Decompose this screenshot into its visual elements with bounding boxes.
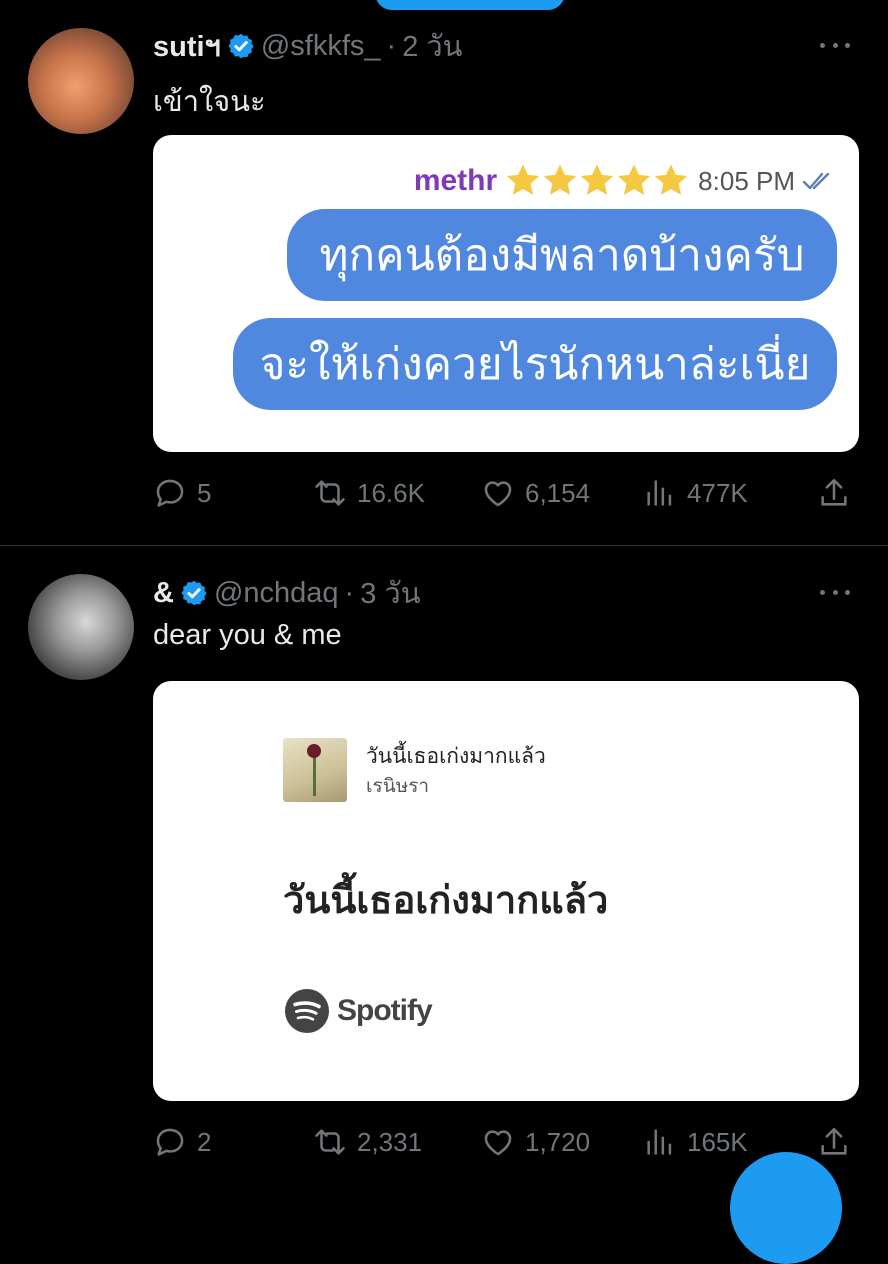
chat-screenshot-image[interactable]: methr 8:05 PM ทุกคนต้องมีพลาดบ้างครับ จะ… <box>153 135 859 452</box>
reply-icon <box>156 479 184 507</box>
star-icon <box>655 164 688 195</box>
double-check-icon <box>802 172 830 190</box>
track-title: วันนี้เธอเก่งมากแล้ว <box>366 744 546 768</box>
more-options-icon[interactable] <box>820 582 850 602</box>
tweet[interactable]: & @nchdaq · 3 วัน dear you & me วันนี้เธ… <box>0 547 888 1200</box>
avatar[interactable] <box>28 28 134 134</box>
spotify-wordmark: Spotify <box>337 994 433 1027</box>
compose-fab-button[interactable] <box>730 1152 842 1264</box>
retweet-icon <box>315 480 345 506</box>
retweet-icon <box>315 1129 345 1155</box>
tweet-text: dear you & me <box>153 619 342 651</box>
like-button[interactable]: 1,720 <box>481 1122 590 1162</box>
share-button[interactable] <box>817 473 851 513</box>
song-title-large: วันนี้เธอเก่งมากแล้ว <box>283 878 609 922</box>
verified-badge-icon <box>228 33 254 59</box>
chat-time: 8:05 PM <box>698 165 795 196</box>
share-icon <box>821 478 847 506</box>
star-icon <box>507 164 540 195</box>
display-name[interactable]: sutiฯ <box>153 23 221 69</box>
reply-count: 2 <box>197 1126 212 1157</box>
avatar[interactable] <box>28 574 134 680</box>
star-icon <box>581 164 614 195</box>
reply-icon <box>156 1128 184 1156</box>
tweet-divider <box>0 545 888 546</box>
views-chart-icon <box>647 1129 672 1155</box>
spotify-icon <box>285 989 329 1033</box>
timestamp[interactable]: 3 วัน <box>360 570 420 616</box>
action-bar: 2 2,331 1,720 165K <box>153 1122 859 1162</box>
reply-button[interactable]: 2 <box>153 1122 211 1162</box>
separator-dot: · <box>344 576 355 609</box>
share-button[interactable] <box>817 1122 851 1162</box>
handle[interactable]: @nchdaq <box>214 577 339 610</box>
views-button[interactable]: 477K <box>643 473 748 513</box>
chat-header: methr 8:05 PM <box>414 161 837 201</box>
views-chart-icon <box>647 480 672 506</box>
tweet-header: sutiฯ @sfkkfs_ · 2 วัน <box>153 26 463 66</box>
track-artist: เรนิษรา <box>366 775 430 797</box>
retweet-count: 16.6K <box>357 477 425 508</box>
views-button[interactable]: 165K <box>643 1122 748 1162</box>
action-bar: 5 16.6K 6,154 477K <box>153 473 859 513</box>
handle[interactable]: @sfkkfs_ <box>261 30 381 63</box>
heart-icon <box>484 1130 512 1156</box>
star-icon <box>618 164 651 195</box>
like-button[interactable]: 6,154 <box>481 473 590 513</box>
verified-badge-icon <box>181 580 207 606</box>
view-count: 165K <box>687 1126 748 1157</box>
timestamp[interactable]: 2 วัน <box>402 23 462 69</box>
star-rating <box>503 161 688 201</box>
star-icon <box>544 164 577 195</box>
like-count: 6,154 <box>525 477 591 508</box>
retweet-button[interactable]: 16.6K <box>313 473 425 513</box>
reply-button[interactable]: 5 <box>153 473 211 513</box>
tweet[interactable]: sutiฯ @sfkkfs_ · 2 วัน เข้าใจนะ methr 8:… <box>0 0 888 546</box>
chat-sender-name: methr <box>413 164 498 197</box>
spotify-card-image[interactable]: วันนี้เธอเก่งมากแล้ว เรนิษรา วันนี้เธอเก… <box>153 681 859 1101</box>
tweet-header: & @nchdaq · 3 วัน <box>153 573 421 613</box>
tweet-text: เข้าใจนะ <box>153 86 266 118</box>
retweet-button[interactable]: 2,331 <box>313 1122 422 1162</box>
retweet-count: 2,331 <box>357 1126 423 1157</box>
chat-bubble: ทุกคนต้องมีพลาดบ้างครับ <box>287 209 837 301</box>
display-name[interactable]: & <box>153 577 174 610</box>
separator-dot: · <box>386 29 397 62</box>
reply-count: 5 <box>197 477 212 508</box>
view-count: 477K <box>687 477 748 508</box>
like-count: 1,720 <box>525 1126 591 1157</box>
heart-icon <box>484 481 512 507</box>
spotify-logo: Spotify <box>283 987 433 1035</box>
chat-bubble: จะให้เก่งควยไรนักหนาล่ะเนี่ย <box>233 318 837 410</box>
album-art <box>283 738 347 802</box>
more-options-icon[interactable] <box>820 35 850 55</box>
share-icon <box>821 1127 847 1155</box>
